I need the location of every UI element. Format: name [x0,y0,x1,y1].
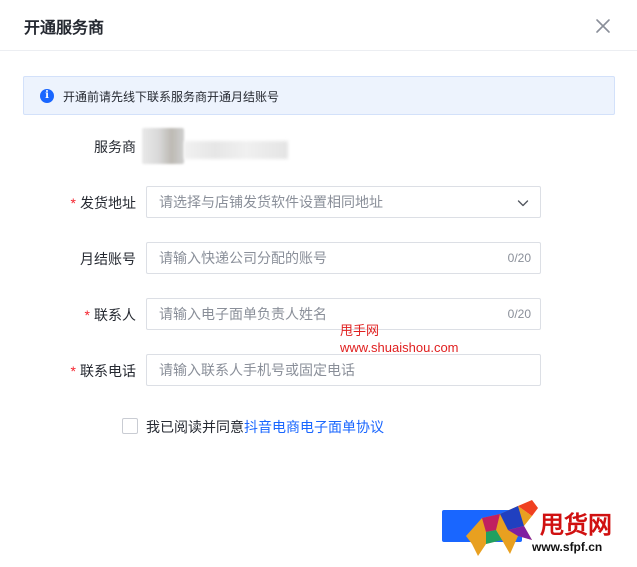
provider-logo-blurred [142,128,184,164]
open-provider-dialog: 开通服务商 i 开通前请先线下联系服务商开通月结账号 服务商 *发货地址 月结账… [0,0,637,567]
account-field[interactable]: 0/20 [146,242,541,274]
account-input[interactable] [147,243,540,273]
account-counter: 0/20 [507,251,531,265]
address-input[interactable] [147,187,540,217]
agreement-text: 我已阅读并同意抖音电商电子面单协议 [146,419,384,435]
dialog-title: 开通服务商 [24,20,105,37]
watermark-text: 甩手网 [340,323,380,338]
phone-field[interactable] [146,354,541,386]
provider-label: 服务商 [94,139,136,155]
info-notice: i 开通前请先线下联系服务商开通月结账号 [23,76,615,115]
address-label: * 发货地址 [70,195,136,211]
provider-name-blurred [184,141,288,159]
agreement-link[interactable]: 抖音电商电子面单协议 [244,419,384,435]
provider-row: 服务商 [0,130,637,162]
required-mark: * [70,195,76,211]
required-mark: * [70,363,76,379]
account-row: 月结账号 0/20 [0,242,637,274]
contact-counter: 0/20 [507,307,531,321]
phone-label: * 联系电话 [70,363,136,379]
dialog-header: 开通服务商 [0,0,637,51]
watermark-url: www.shuaishou.com [340,340,459,355]
contact-row: *联系人 0/20 [0,298,637,330]
phone-input[interactable] [147,355,540,385]
phone-row: * 联系电话 [0,354,637,386]
account-label: 月结账号 [80,251,136,267]
contact-label: * 联系人 [84,307,136,323]
agreement-checkbox[interactable] [122,418,138,434]
logo-url: www.sfpf.cn [532,540,603,554]
address-select[interactable] [146,186,541,218]
info-icon: i [40,89,54,103]
chevron-down-icon [517,200,529,207]
logo-text: 甩货网 [540,510,612,539]
close-icon[interactable] [592,15,614,37]
notice-text: 开通前请先线下联系服务商开通月结账号 [63,90,280,104]
address-row: * 发货地址 [0,186,637,218]
required-mark: * [84,307,90,323]
